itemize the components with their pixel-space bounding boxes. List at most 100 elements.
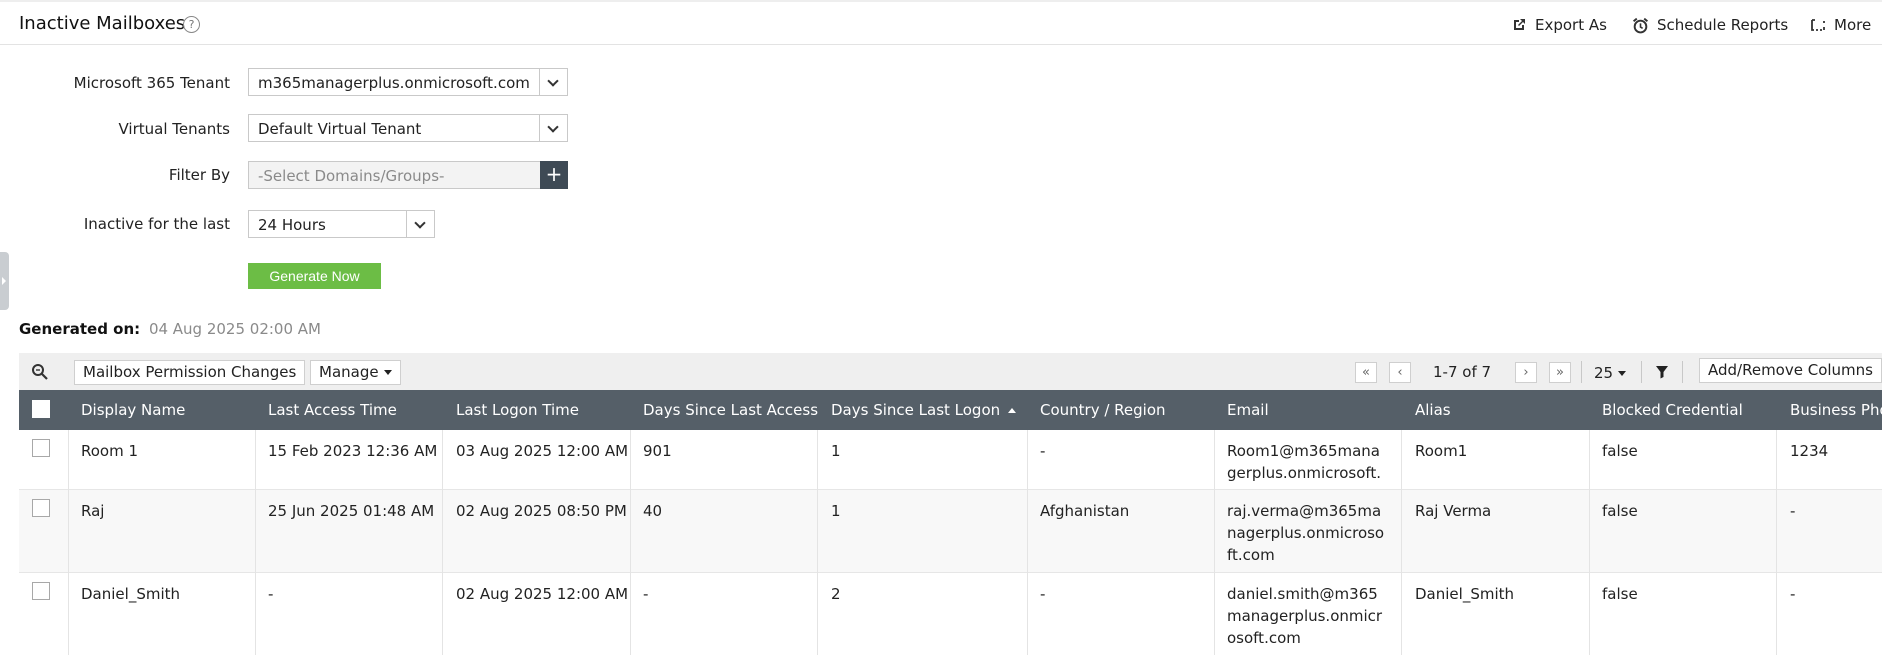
export-as-button[interactable]: Export As <box>1511 16 1607 34</box>
column-display-name[interactable]: Display Name <box>81 401 185 419</box>
add-filter-button[interactable]: + <box>540 161 568 189</box>
select-all-checkbox[interactable] <box>32 400 50 418</box>
page-size-select[interactable]: 25 <box>1594 364 1627 382</box>
virtual-tenant-select[interactable]: Default Virtual Tenant <box>248 114 568 142</box>
separator <box>1641 361 1642 383</box>
column-alias[interactable]: Alias <box>1415 401 1451 419</box>
inactive-period-label: Inactive for the last <box>83 215 230 233</box>
table-row[interactable]: Room 1 15 Feb 2023 12:36 AM 03 Aug 2025 … <box>19 430 1882 504</box>
column-days-since-last-access[interactable]: Days Since Last Access <box>643 401 818 419</box>
column-divider <box>1589 430 1590 655</box>
tenant-select[interactable]: m365managerplus.onmicrosoft.com <box>248 68 568 96</box>
cell-alias: Room1 <box>1415 442 1468 460</box>
column-business-phone[interactable]: Business Phone <box>1790 401 1882 419</box>
chevron-down-icon <box>539 69 567 95</box>
cell-display-name: Raj <box>81 502 105 520</box>
cell-email: daniel.smith@m365managerplus.onmicrosoft… <box>1227 585 1383 647</box>
separator <box>1682 361 1683 383</box>
cell-last-logon: 02 Aug 2025 08:50 PM <box>456 502 627 520</box>
more-button[interactable]: More <box>1810 16 1871 34</box>
cell-email: raj.verma@m365managerplus.onmicrosoft.co… <box>1227 502 1385 564</box>
table-row[interactable]: Raj 25 Jun 2025 01:48 AM 02 Aug 2025 08:… <box>19 490 1882 573</box>
cell-display-name: Room 1 <box>81 442 139 460</box>
page-size-value: 25 <box>1594 364 1614 382</box>
column-divider <box>1401 430 1402 655</box>
more-grid-icon <box>1811 19 1825 31</box>
filter-by-label: Filter By <box>168 166 230 184</box>
generated-label: Generated on: <box>19 320 141 338</box>
inactive-period-select[interactable]: 24 Hours <box>248 210 435 238</box>
filter-icon[interactable] <box>1655 365 1669 379</box>
tenant-value: m365managerplus.onmicrosoft.com <box>258 74 530 92</box>
table-header: Display Name Last Access Time Last Logon… <box>19 390 1882 430</box>
page-info: 1-7 of 7 <box>1433 363 1492 381</box>
last-page-button[interactable]: » <box>1549 362 1571 383</box>
cell-last-access: 15 Feb 2023 12:36 AM <box>268 442 438 460</box>
filter-domains-input[interactable]: -Select Domains/Groups- <box>248 161 541 189</box>
tenant-label: Microsoft 365 Tenant <box>73 74 230 92</box>
schedule-reports-button[interactable]: Schedule Reports <box>1632 16 1788 34</box>
virtual-tenant-value: Default Virtual Tenant <box>258 120 422 138</box>
caret-down-icon <box>383 370 392 375</box>
days-since-logon-label: Days Since Last Logon <box>831 401 1001 419</box>
cell-days-logon: 1 <box>831 442 841 460</box>
cell-days-logon: 2 <box>831 585 841 603</box>
separator <box>1581 361 1582 383</box>
table-toolbar: Mailbox Permission Changes Manage « ‹ 1-… <box>19 353 1882 390</box>
filter-placeholder: -Select Domains/Groups- <box>258 167 445 185</box>
cell-phone: - <box>1790 502 1796 520</box>
first-page-button[interactable]: « <box>1355 362 1377 383</box>
column-country-region[interactable]: Country / Region <box>1040 401 1166 419</box>
column-divider <box>1214 430 1215 655</box>
add-remove-columns-button[interactable]: Add/Remove Columns <box>1699 358 1882 383</box>
column-divider <box>255 430 256 655</box>
cell-alias: Raj Verma <box>1415 502 1492 520</box>
side-panel-toggle[interactable] <box>0 252 9 310</box>
row-checkbox[interactable] <box>32 582 50 600</box>
cell-phone: 1234 <box>1790 442 1829 460</box>
chevron-down-icon <box>539 115 567 141</box>
cell-blocked: false <box>1602 585 1638 603</box>
search-icon[interactable] <box>31 363 49 381</box>
export-as-label: Export As <box>1535 16 1607 34</box>
column-divider <box>68 430 69 655</box>
cell-days-access: - <box>643 585 649 603</box>
chevron-down-icon <box>406 211 434 237</box>
page-title: Inactive Mailboxes <box>19 13 186 34</box>
cell-last-logon: 03 Aug 2025 12:00 AM <box>456 442 629 460</box>
column-divider <box>1027 430 1028 655</box>
column-email[interactable]: Email <box>1227 401 1269 419</box>
table-row[interactable]: Daniel_Smith - 02 Aug 2025 12:00 AM - 2 … <box>19 573 1882 655</box>
column-divider <box>1776 430 1777 655</box>
column-blocked-credential[interactable]: Blocked Credential <box>1602 401 1743 419</box>
generated-on: Generated on: 04 Aug 2025 02:00 AM <box>19 320 321 338</box>
more-label: More <box>1834 16 1872 34</box>
cell-blocked: false <box>1602 442 1638 460</box>
row-checkbox[interactable] <box>32 499 50 517</box>
column-divider <box>630 430 631 655</box>
manage-label: Manage <box>319 363 379 381</box>
cell-blocked: false <box>1602 502 1638 520</box>
sort-ascending-icon <box>1008 408 1017 413</box>
export-icon <box>1514 19 1525 30</box>
alarm-clock-icon <box>1632 17 1649 33</box>
generate-now-button[interactable]: Generate Now <box>248 263 381 289</box>
cell-country: - <box>1040 585 1046 603</box>
cell-days-access: 40 <box>643 502 663 520</box>
next-page-button[interactable]: › <box>1515 362 1537 383</box>
manage-dropdown[interactable]: Manage <box>310 360 401 385</box>
column-last-logon-time[interactable]: Last Logon Time <box>456 401 579 419</box>
column-days-since-last-logon[interactable]: Days Since Last Logon <box>831 401 1017 419</box>
column-divider <box>817 430 818 655</box>
cell-last-access: - <box>268 585 274 603</box>
cell-alias: Daniel_Smith <box>1415 585 1515 603</box>
row-checkbox[interactable] <box>32 439 50 457</box>
page-header: Inactive Mailboxes ? Export As Schedule … <box>0 2 1882 45</box>
mailbox-permission-changes-button[interactable]: Mailbox Permission Changes <box>74 360 306 385</box>
virtual-tenants-label: Virtual Tenants <box>118 120 230 138</box>
previous-page-button[interactable]: ‹ <box>1389 362 1411 383</box>
help-icon[interactable]: ? <box>183 16 200 33</box>
cell-days-access: 901 <box>643 442 672 460</box>
cell-display-name: Daniel_Smith <box>81 585 181 603</box>
column-last-access-time[interactable]: Last Access Time <box>268 401 397 419</box>
